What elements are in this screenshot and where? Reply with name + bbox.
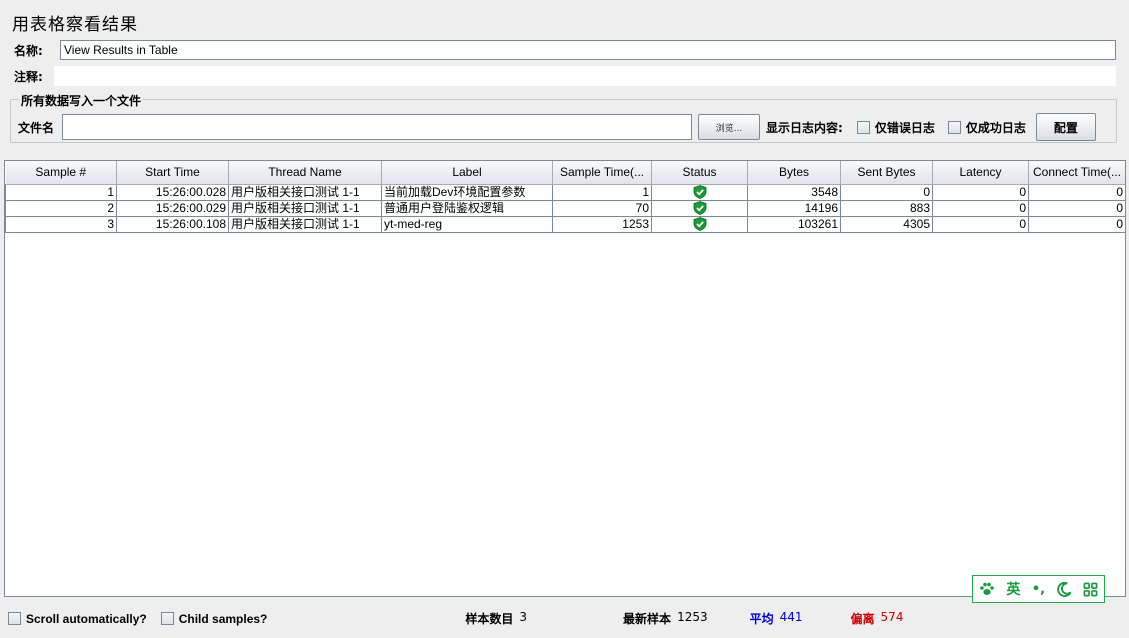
name-input[interactable]: View Results in Table bbox=[60, 40, 1116, 60]
average-stat: 平均 441 bbox=[750, 610, 803, 627]
cell-latency: 0 bbox=[932, 200, 1029, 217]
sample-count-label: 样本数目 bbox=[465, 612, 514, 626]
ime-punctuation-toggle[interactable]: •, bbox=[1032, 582, 1045, 597]
name-row: 名称: View Results in Table bbox=[14, 40, 1116, 60]
results-table: Sample # Start Time Thread Name Label Sa… bbox=[5, 161, 1125, 233]
table-row[interactable]: 3 15:26:00.108 用户版相关接口测试 1-1 yt-med-reg … bbox=[5, 216, 1125, 233]
column-header-connect-time[interactable]: Connect Time(... bbox=[1028, 161, 1125, 185]
errors-only-label: 仅错误日志 bbox=[874, 120, 935, 135]
scroll-auto-check-icon bbox=[8, 612, 21, 625]
cell-label: 普通用户登陆鉴权逻辑 bbox=[381, 200, 553, 217]
cell-bytes: 3548 bbox=[747, 183, 841, 201]
cell-sent-bytes: 0 bbox=[840, 183, 933, 201]
average-label: 平均 bbox=[749, 612, 774, 626]
cell-thread-name: 用户版相关接口测试 1-1 bbox=[228, 216, 382, 233]
table-row[interactable]: 2 15:26:00.029 用户版相关接口测试 1-1 普通用户登陆鉴权逻辑 … bbox=[5, 200, 1125, 217]
comment-row: 注释: bbox=[14, 66, 1116, 86]
ime-language-toggle[interactable]: 英 bbox=[1006, 579, 1020, 599]
sample-count-stat: 样本数目 3 bbox=[465, 610, 527, 627]
grid-icon[interactable] bbox=[1083, 582, 1098, 597]
latest-sample-stat: 最新样本 1253 bbox=[623, 610, 708, 627]
cell-sample-time: 1 bbox=[552, 183, 652, 201]
cell-start-time: 15:26:00.108 bbox=[116, 216, 229, 233]
name-label: 名称: bbox=[14, 43, 43, 58]
cell-connect-time: 0 bbox=[1028, 216, 1125, 233]
column-header-bytes[interactable]: Bytes bbox=[747, 161, 841, 185]
cell-sample: 1 bbox=[5, 183, 117, 201]
cell-sent-bytes: 883 bbox=[840, 200, 933, 217]
cell-sent-bytes: 4305 bbox=[840, 216, 933, 233]
cell-start-time: 15:26:00.028 bbox=[116, 183, 229, 201]
comment-label: 注释: bbox=[14, 69, 43, 84]
scroll-auto-label: Scroll automatically? bbox=[26, 611, 147, 626]
child-samples-label: Child samples? bbox=[178, 611, 268, 626]
child-samples-check-icon bbox=[160, 612, 174, 625]
filename-input[interactable] bbox=[62, 114, 692, 140]
cell-bytes: 14196 bbox=[747, 200, 841, 217]
errors-only-checkbox[interactable]: 仅错误日志 bbox=[856, 119, 935, 136]
success-only-checkbox[interactable]: 仅成功日志 bbox=[947, 119, 1026, 136]
configure-button[interactable]: 配置 bbox=[1035, 113, 1096, 141]
results-table-container: Sample # Start Time Thread Name Label Sa… bbox=[4, 160, 1126, 597]
paw-icon[interactable] bbox=[979, 581, 995, 597]
average-value: 441 bbox=[779, 610, 803, 624]
success-shield-icon bbox=[693, 201, 706, 215]
cell-status bbox=[651, 216, 748, 233]
cell-bytes: 103261 bbox=[747, 216, 841, 233]
moon-icon[interactable] bbox=[1056, 581, 1072, 597]
cell-latency: 0 bbox=[932, 183, 1029, 201]
deviation-stat: 偏离 574 bbox=[851, 610, 904, 627]
table-row[interactable]: 1 15:26:00.028 用户版相关接口测试 1-1 当前加载Dev环境配置… bbox=[5, 183, 1125, 201]
browse-button-label: 浏览... bbox=[715, 123, 743, 134]
column-header-status[interactable]: Status bbox=[651, 161, 748, 185]
cell-label: yt-med-reg bbox=[381, 216, 553, 233]
footer-bar: Scroll automatically? Child samples? 样本数… bbox=[8, 610, 1118, 627]
success-only-label: 仅成功日志 bbox=[965, 120, 1026, 135]
cell-sample-time: 70 bbox=[552, 200, 652, 217]
success-only-check-icon bbox=[947, 120, 961, 134]
cell-connect-time: 0 bbox=[1028, 200, 1125, 217]
child-samples-checkbox[interactable]: Child samples? bbox=[160, 611, 268, 626]
latest-sample-label: 最新样本 bbox=[623, 612, 672, 626]
success-shield-icon bbox=[693, 217, 706, 231]
configure-button-label: 配置 bbox=[1053, 120, 1078, 135]
column-header-label[interactable]: Label bbox=[381, 161, 553, 185]
cell-start-time: 15:26:00.029 bbox=[116, 200, 229, 217]
deviation-label: 偏离 bbox=[850, 612, 875, 626]
ime-toolbar[interactable]: 英 •, bbox=[972, 575, 1105, 603]
file-row: 文件名 浏览... 显示日志内容: 仅错误日志 仅成功日志 配置 bbox=[18, 113, 1096, 141]
cell-thread-name: 用户版相关接口测试 1-1 bbox=[228, 183, 382, 201]
cell-latency: 0 bbox=[932, 216, 1029, 233]
cell-status bbox=[651, 200, 748, 217]
cell-status bbox=[651, 183, 748, 201]
cell-sample: 3 bbox=[5, 216, 117, 233]
column-header-start-time[interactable]: Start Time bbox=[116, 161, 229, 185]
sample-count-value: 3 bbox=[519, 610, 528, 624]
success-shield-icon bbox=[693, 185, 706, 199]
cell-connect-time: 0 bbox=[1028, 183, 1125, 201]
browse-button[interactable]: 浏览... bbox=[698, 114, 760, 140]
column-header-thread-name[interactable]: Thread Name bbox=[228, 161, 382, 185]
cell-sample-time: 1253 bbox=[552, 216, 652, 233]
scroll-auto-checkbox[interactable]: Scroll automatically? bbox=[8, 612, 147, 626]
table-header-row: Sample # Start Time Thread Name Label Sa… bbox=[5, 161, 1125, 185]
cell-sample: 2 bbox=[5, 200, 117, 217]
column-header-latency[interactable]: Latency bbox=[932, 161, 1029, 185]
column-header-sample[interactable]: Sample # bbox=[5, 161, 117, 185]
latest-sample-value: 1253 bbox=[677, 610, 708, 624]
deviation-value: 574 bbox=[880, 610, 904, 624]
panel-title: 用表格察看结果 bbox=[12, 15, 138, 35]
log-content-label: 显示日志内容: bbox=[766, 120, 843, 135]
filename-label: 文件名 bbox=[18, 120, 55, 135]
column-header-sent-bytes[interactable]: Sent Bytes bbox=[840, 161, 933, 185]
cell-thread-name: 用户版相关接口测试 1-1 bbox=[228, 200, 382, 217]
cell-label: 当前加载Dev环境配置参数 bbox=[381, 183, 553, 201]
comment-input[interactable] bbox=[54, 66, 1116, 86]
column-header-sample-time[interactable]: Sample Time(... bbox=[552, 161, 652, 185]
errors-only-check-icon bbox=[856, 120, 870, 134]
write-to-file-title: 所有数据写入一个文件 bbox=[19, 92, 144, 109]
